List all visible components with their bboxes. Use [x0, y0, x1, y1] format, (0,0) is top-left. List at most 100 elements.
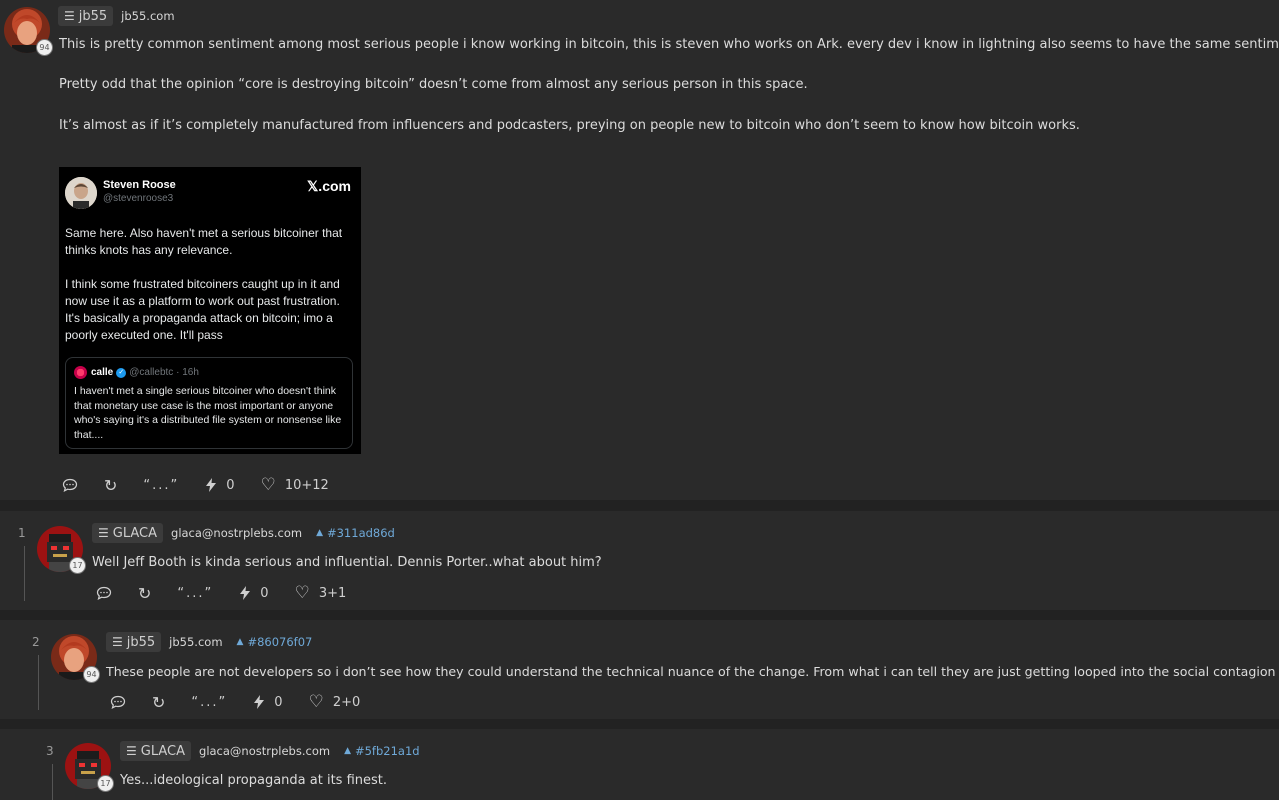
quoted-tweet-header: calle ✓ @callebtc · 16h	[74, 366, 199, 379]
event-id: #86076f07	[247, 635, 313, 649]
post-text-paragraph: Pretty odd that the opinion “core is des…	[59, 77, 808, 92]
quote-icon: “...”	[191, 694, 228, 710]
post-header: ☰ GLACA glaca@nostrplebs.com ▲ #311ad86d	[92, 523, 395, 543]
repost-icon: ↻	[138, 583, 152, 603]
quote-button[interactable]: “...”	[143, 478, 179, 493]
reply-icon	[110, 695, 126, 709]
reply-button[interactable]	[96, 586, 112, 600]
menu-icon: ☰	[98, 526, 109, 540]
username: GLACA	[140, 743, 186, 759]
zap-button[interactable]: 0	[205, 477, 235, 493]
quoted-author-name: calle	[91, 367, 114, 378]
username: jb55	[126, 634, 156, 650]
post-text: These people are not developers so i don…	[106, 664, 1276, 679]
tweet-body: Same here. Also haven't met a serious bi…	[65, 225, 357, 344]
quoted-tweet-body: I haven't met a single serious bitcoiner…	[74, 385, 342, 441]
nip05-domain[interactable]: glaca@nostrplebs.com	[199, 744, 330, 758]
zap-count: 0	[260, 585, 269, 601]
reply-icon	[96, 586, 112, 600]
username-chip[interactable]: ☰ jb55	[58, 6, 114, 26]
like-count: 2+0	[332, 694, 361, 710]
tweet-body-line: I think some frustrated bitcoiners caugh…	[65, 277, 340, 342]
up-arrow-icon: ▲	[316, 528, 323, 538]
heart-icon: ♡	[308, 692, 324, 712]
event-id-link[interactable]: ▲ #86076f07	[237, 635, 313, 649]
reply-post: 2 94 ☰ jb55 jb55.com ▲ #86076f07 These p…	[0, 620, 1279, 719]
zap-button[interactable]: 0	[253, 694, 283, 710]
quote-button[interactable]: “...”	[177, 586, 213, 601]
like-button[interactable]: ♡ 3+1	[295, 583, 347, 603]
menu-icon: ☰	[112, 635, 123, 649]
username-chip[interactable]: ☰ GLACA	[120, 741, 192, 761]
quoted-tweet: calle ✓ @callebtc · 16h I haven't met a …	[65, 357, 353, 449]
post-text-paragraph: This is pretty common sentiment among mo…	[59, 37, 1279, 52]
quote-icon: “...”	[143, 477, 180, 493]
repost-button[interactable]: ↻	[104, 476, 117, 495]
reply-icon	[62, 478, 78, 492]
zap-count: 0	[274, 694, 283, 710]
username-chip[interactable]: ☰ GLACA	[92, 523, 164, 543]
thread-line	[38, 655, 39, 710]
like-count: 3+1	[318, 585, 347, 601]
action-bar: ↻ “...” 0 ♡ 2+0	[110, 692, 386, 712]
post-header: ☰ jb55 jb55.com	[58, 6, 175, 26]
embedded-tweet-image[interactable]: Steven Roose @stevenroose3 𝕏.com Same he…	[59, 167, 361, 454]
quoted-avatar	[74, 366, 87, 379]
menu-icon: ☰	[64, 9, 75, 23]
zap-icon	[205, 478, 217, 492]
repost-icon: ↻	[152, 692, 166, 712]
event-id-link[interactable]: ▲ #5fb21a1d	[344, 744, 420, 758]
post-header: ☰ GLACA glaca@nostrplebs.com ▲ #5fb21a1d	[120, 741, 420, 761]
zap-button[interactable]: 0	[239, 585, 269, 601]
reply-button[interactable]	[110, 695, 126, 709]
heart-icon: ♡	[260, 475, 276, 495]
username-chip[interactable]: ☰ jb55	[106, 632, 162, 652]
post-text: Yes...ideological propaganda at its fine…	[120, 773, 388, 788]
quoted-author-meta: @callebtc · 16h	[129, 367, 199, 378]
action-bar: ↻ “...” 0 ♡ 10+12	[62, 475, 355, 495]
nip05-domain[interactable]: glaca@nostrplebs.com	[171, 526, 302, 540]
username: GLACA	[112, 525, 158, 541]
nip05-domain[interactable]: jb55.com	[169, 635, 222, 649]
nip05-domain[interactable]: jb55.com	[121, 9, 174, 23]
quote-button[interactable]: “...”	[191, 695, 227, 710]
like-button[interactable]: ♡ 2+0	[309, 692, 361, 712]
post-text-paragraph: It’s almost as if it’s completely manufa…	[59, 118, 1080, 133]
reply-number: 3	[46, 744, 54, 758]
up-arrow-icon: ▲	[236, 637, 244, 647]
up-arrow-icon: ▲	[344, 746, 351, 756]
thread-line	[52, 764, 53, 800]
post-text: Well Jeff Booth is kinda serious and inf…	[92, 555, 602, 570]
username: jb55	[78, 8, 108, 24]
reply-number: 1	[18, 526, 26, 540]
reply-post: 3 17 ☰ GLACA glaca@nostrplebs.com ▲ #5fb…	[0, 729, 1279, 800]
thread-line	[24, 546, 25, 601]
main-post: 94 ☰ jb55 jb55.com This is pretty common…	[0, 0, 1279, 500]
tweet-author-name: Steven Roose	[103, 179, 176, 191]
badge: 94	[36, 39, 53, 56]
repost-button[interactable]: ↻	[138, 584, 151, 603]
event-id: #311ad86d	[326, 526, 395, 540]
verified-check-icon: ✓	[116, 367, 127, 378]
zap-count: 0	[226, 477, 235, 493]
tweet-body-line: Same here. Also haven't met a serious bi…	[65, 226, 343, 257]
reply-post: 1 17 ☰ GLACA glaca@nostrplebs.com ▲ #311…	[0, 511, 1279, 610]
badge: 17	[97, 775, 114, 792]
reply-number: 2	[32, 635, 40, 649]
event-id: #5fb21a1d	[354, 744, 420, 758]
tweet-author-handle: @stevenroose3	[103, 193, 174, 204]
like-button[interactable]: ♡ 10+12	[261, 475, 329, 495]
like-count: 10+12	[284, 477, 329, 493]
zap-icon	[239, 586, 251, 600]
repost-icon: ↻	[104, 475, 118, 495]
tweet-author-avatar	[65, 177, 97, 209]
heart-icon: ♡	[294, 583, 310, 603]
badge: 17	[69, 557, 86, 574]
repost-button[interactable]: ↻	[152, 693, 165, 712]
event-id-link[interactable]: ▲ #311ad86d	[316, 526, 395, 540]
reply-button[interactable]	[62, 478, 78, 492]
action-bar: ↻ “...” 0 ♡ 3+1	[96, 583, 372, 603]
menu-icon: ☰	[126, 744, 137, 758]
post-header: ☰ jb55 jb55.com ▲ #86076f07	[106, 632, 312, 652]
zap-icon	[253, 695, 265, 709]
